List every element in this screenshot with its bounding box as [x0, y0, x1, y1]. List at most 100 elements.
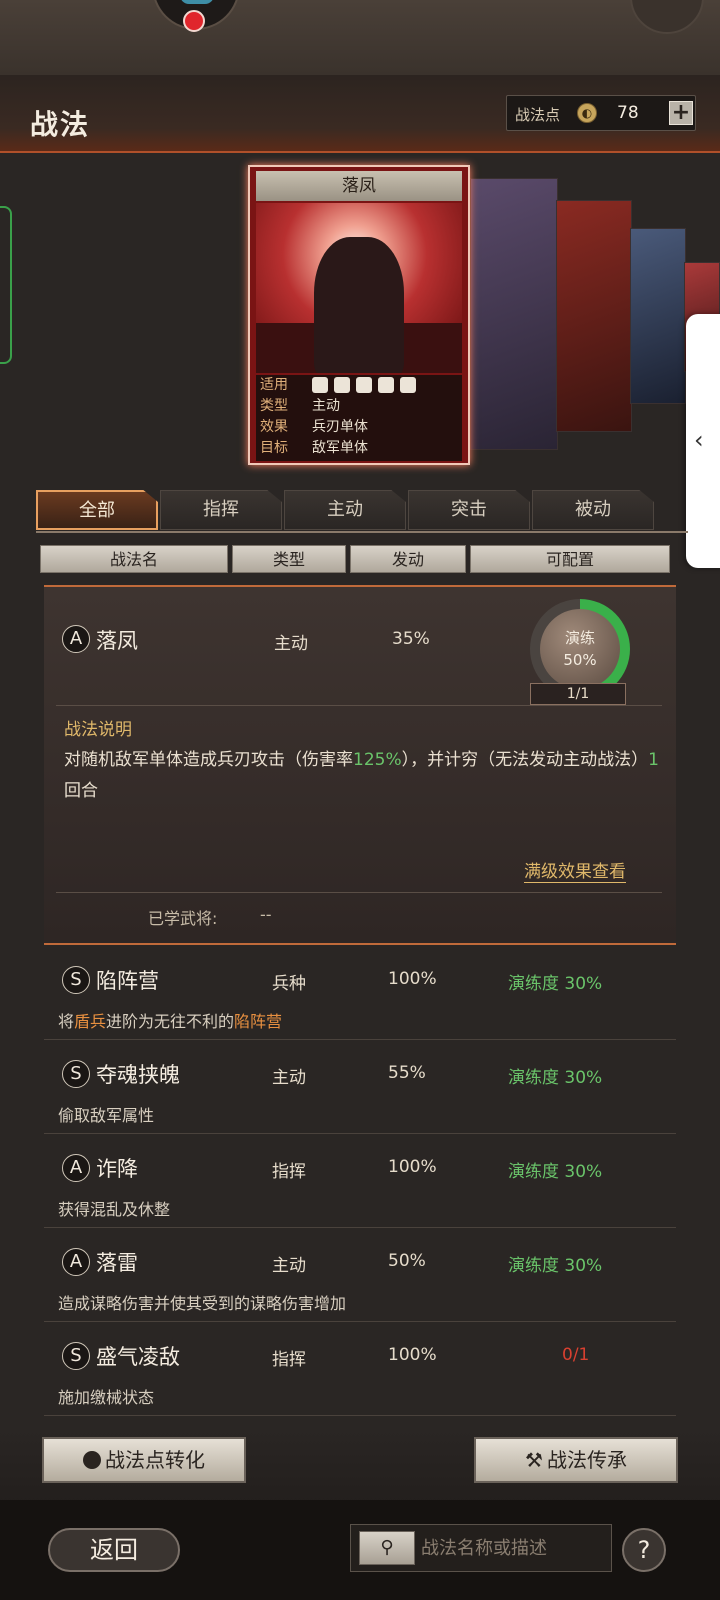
tactic-summary: 偷取敌军属性	[58, 1106, 155, 1125]
tactic-type: 指挥	[272, 1350, 306, 1370]
card-back[interactable]	[470, 178, 558, 450]
emblem-icon	[180, 0, 214, 4]
grade-badge: A	[62, 1154, 90, 1182]
shield-icon	[334, 377, 350, 393]
tactic-name: 夺魂挟魄	[96, 1063, 180, 1087]
tactic-points-box: 战法点 ◐ 78 +	[506, 95, 696, 131]
description-title: 战法说明	[64, 720, 132, 740]
search-icon[interactable]: ⚲	[359, 1531, 415, 1565]
tactic-summary: 将盾兵进阶为无往不利的陷阵营	[58, 1008, 282, 1032]
list-item[interactable]: S 夺魂挟魄 主动 55% 演练度 30% 偷取敌军属性	[44, 1042, 676, 1134]
help-button[interactable]: ?	[622, 1528, 666, 1572]
top-emblem[interactable]	[152, 0, 240, 32]
summary-highlight: 盾兵	[74, 1012, 107, 1031]
training-status: 0/1	[562, 1345, 590, 1365]
tab-all[interactable]: 全部	[36, 490, 158, 530]
tab-passive[interactable]: 被动	[532, 490, 654, 530]
tactic-name: 落凤	[96, 629, 138, 653]
tactic-type: 兵种	[272, 974, 306, 994]
card-row-target: 目标 敌军单体	[256, 438, 462, 459]
card-back[interactable]	[630, 228, 686, 404]
card-name: 落凤	[256, 171, 462, 201]
coin-icon: ◐	[577, 103, 597, 123]
hammer-icon: ⚒	[525, 1448, 543, 1472]
card-row-value: 兵刃单体	[312, 419, 368, 435]
grade-badge: S	[62, 1060, 90, 1088]
training-status: 演练度 30%	[508, 1256, 603, 1276]
tactic-name: 陷阵营	[96, 969, 159, 993]
left-edge-frame	[0, 206, 12, 364]
grade-badge: A	[62, 625, 90, 653]
card-row-key: 适用	[260, 377, 288, 393]
tactic-type: 主动	[274, 634, 308, 654]
add-points-button[interactable]: +	[669, 101, 693, 125]
learned-generals-value: --	[260, 905, 272, 924]
back-button[interactable]: 返回	[48, 1528, 180, 1572]
tactic-rate: 55%	[388, 1063, 426, 1083]
card-row-effect: 效果 兵刃单体	[256, 417, 462, 438]
configurable-count: 1/1	[530, 683, 626, 705]
inherit-label: 战法传承	[546, 1448, 627, 1472]
learned-generals-label: 已学武将:	[148, 909, 218, 928]
top-strip	[0, 0, 720, 75]
grade-badge: S	[62, 1342, 90, 1370]
card-row-key: 效果	[260, 419, 288, 435]
card-row-applicable: 适用	[256, 375, 462, 396]
tab-assault[interactable]: 突击	[408, 490, 530, 530]
tactic-type: 主动	[272, 1068, 306, 1088]
desc-part: 回合	[64, 781, 98, 801]
spear-icon	[378, 377, 394, 393]
desc-part: 对随机敌军单体造成兵刃攻击（伤害率	[64, 750, 353, 770]
page-title: 战法	[30, 108, 91, 141]
tactic-rate: 100%	[388, 1345, 437, 1365]
col-configurable[interactable]: 可配置	[470, 545, 670, 573]
top-right-emblem[interactable]	[630, 0, 704, 34]
divider	[56, 705, 662, 706]
grade-badge: A	[62, 1248, 90, 1276]
search-input[interactable]	[421, 1531, 607, 1565]
full-level-effect-link[interactable]: 满级效果查看	[524, 857, 626, 883]
tab-underline	[36, 531, 688, 533]
points-icon	[83, 1451, 101, 1469]
training-status: 演练度 30%	[508, 974, 603, 994]
bow-icon	[356, 377, 372, 393]
training-label: 演练	[564, 629, 595, 647]
tab-command[interactable]: 指挥	[160, 490, 282, 530]
tactic-points-value: 78	[617, 103, 639, 123]
list-item[interactable]: S 陷阵营 兵种 100% 演练度 30% 将盾兵进阶为无往不利的陷阵营	[44, 948, 676, 1040]
tactic-rate: 100%	[388, 1157, 437, 1177]
category-tabs: 全部 指挥 主动 突击 被动	[36, 490, 676, 532]
side-drawer-handle[interactable]: ‹	[686, 314, 720, 568]
inherit-tactic-button[interactable]: ⚒ 战法传承	[474, 1437, 678, 1483]
card-back[interactable]	[556, 200, 632, 432]
tactic-name: 盛气凌敌	[96, 1345, 180, 1369]
summary-highlight: 陷阵营	[234, 1012, 283, 1031]
tactic-rate: 50%	[388, 1251, 426, 1271]
training-status: 演练度 30%	[508, 1162, 603, 1182]
tactic-name: 诈降	[96, 1157, 138, 1181]
tactic-points-label: 战法点	[515, 106, 561, 124]
training-progress: 50%	[563, 651, 597, 669]
desc-highlight: 125%	[353, 750, 402, 770]
desc-part: ），并计穷（无法发动主动战法）	[401, 750, 649, 770]
wheel-icon	[400, 377, 416, 393]
list-item[interactable]: S 盛气凌敌 指挥 100% 0/1 施加缴械状态	[44, 1324, 676, 1416]
description-text: 对随机敌军单体造成兵刃攻击（伤害率125%），并计穷（无法发动主动战法）1 回合	[64, 745, 664, 807]
col-name[interactable]: 战法名	[40, 545, 228, 573]
col-trigger[interactable]: 发动	[350, 545, 466, 573]
convert-points-button[interactable]: 战法点转化	[42, 1437, 246, 1483]
expanded-tactic-row[interactable]: A 落凤 主动 35% 演练 50% 1/1 战法说明 对随机敌军单体造成兵刃攻…	[44, 585, 676, 945]
col-type[interactable]: 类型	[232, 545, 346, 573]
tactic-type: 主动	[272, 1256, 306, 1276]
column-headers: 战法名 类型 发动 可配置	[40, 545, 680, 573]
list-item[interactable]: A 落雷 主动 50% 演练度 30% 造成谋略伤害并使其受到的谋略伤害增加	[44, 1230, 676, 1322]
summary-part: 将	[58, 1012, 75, 1031]
selected-tactic-card[interactable]: 落凤 适用 类型 主动 效果 兵刃单体 目标 敌军单体	[248, 165, 470, 465]
grade-badge: S	[62, 966, 90, 994]
list-item[interactable]: A 诈降 指挥 100% 演练度 30% 获得混乱及休整	[44, 1136, 676, 1228]
tab-active[interactable]: 主动	[284, 490, 406, 530]
tactic-summary: 施加缴械状态	[58, 1388, 155, 1407]
training-status: 演练度 30%	[508, 1068, 603, 1088]
card-art	[256, 203, 462, 373]
tactic-rate: 35%	[392, 629, 430, 649]
